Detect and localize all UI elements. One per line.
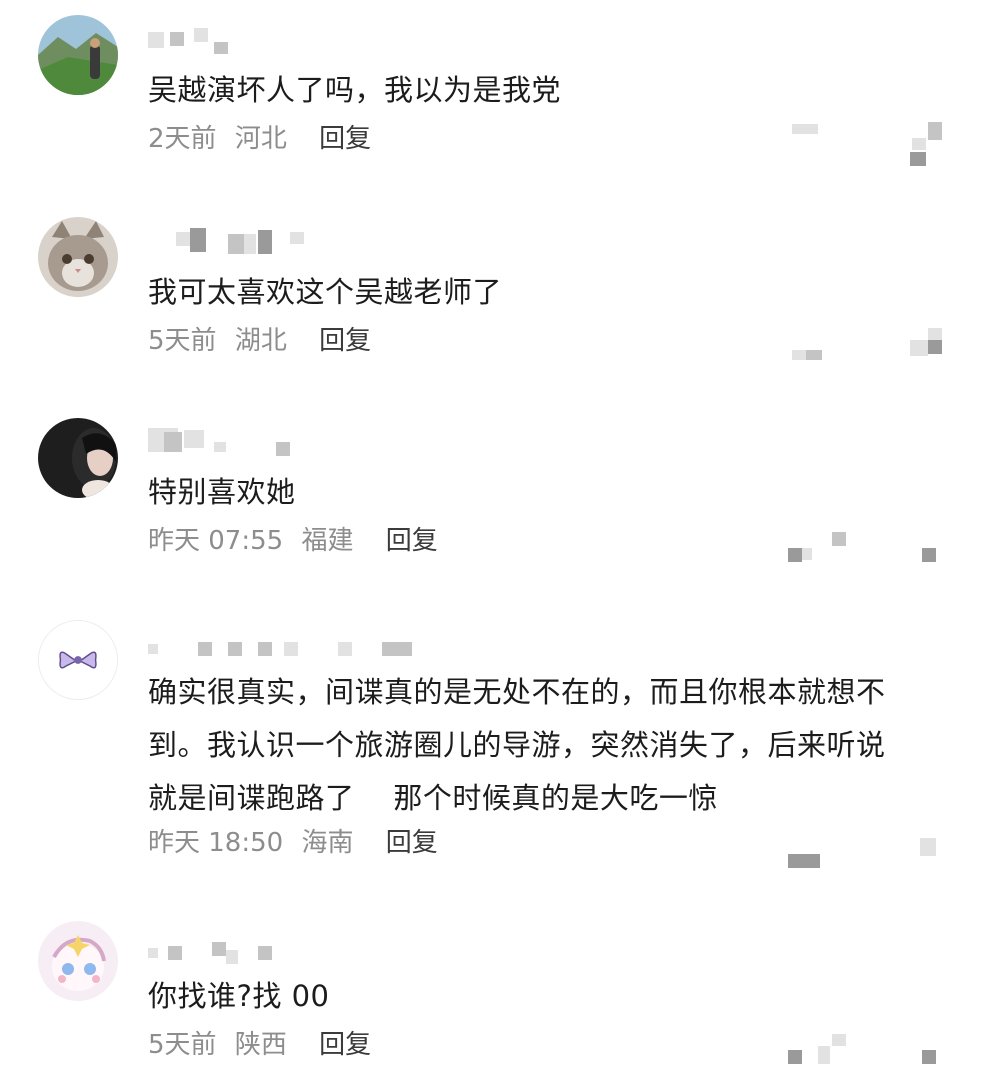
like-button[interactable]	[788, 118, 948, 168]
comment-meta: 昨天 18:50 海南 回复	[148, 826, 448, 860]
comment-time: 5天前	[148, 1030, 217, 1060]
comment-item: 特别喜欢她 昨天 07:55 福建 回复	[0, 400, 984, 600]
comment-text: 特别喜欢她	[148, 475, 296, 509]
like-button[interactable]	[788, 528, 948, 578]
like-button[interactable]	[788, 1034, 948, 1084]
reply-button[interactable]: 回复	[386, 828, 438, 858]
reply-button[interactable]: 回复	[386, 526, 438, 556]
comment-text: 你找谁?找 00	[148, 979, 330, 1013]
avatar[interactable]	[38, 921, 118, 1001]
reply-button[interactable]: 回复	[319, 124, 371, 154]
comment-time: 昨天 18:50	[148, 828, 284, 858]
reply-button[interactable]: 回复	[319, 326, 371, 356]
comment-meta: 5天前 湖北 回复	[148, 324, 381, 358]
username-masked	[148, 28, 238, 54]
comment-item: 我可太喜欢这个吴越老师了 5天前 湖北 回复	[0, 200, 984, 400]
comment-text: 吴越演坏人了吗，我以为是我党	[148, 73, 562, 107]
avatar[interactable]	[38, 217, 118, 297]
comment-meta: 2天前 河北 回复	[148, 122, 381, 156]
comment-text-line: 到。我认识一个旅游圈儿的导游，突然消失了，后来听说	[148, 728, 886, 762]
comment-time: 5天前	[148, 326, 217, 356]
username-masked	[148, 638, 418, 664]
comment-location: 海南	[301, 828, 354, 858]
avatar[interactable]	[38, 418, 118, 498]
comment-text-line: 就是间谍跑路了 那个时候真的是大吃一惊	[148, 781, 718, 815]
like-button[interactable]	[788, 320, 948, 370]
comment-item: 你找谁?找 00 5天前 陕西 回复	[0, 900, 984, 1080]
comment-text: 我可太喜欢这个吴越老师了	[148, 275, 503, 309]
avatar[interactable]	[38, 620, 118, 700]
like-button[interactable]	[788, 834, 948, 884]
username-masked	[148, 428, 298, 456]
comment-meta: 昨天 07:55 福建 回复	[148, 524, 448, 558]
avatar[interactable]	[38, 15, 118, 95]
comment-text: 确实很真实，间谍真的是无处不在的，而且你根本就想不 到。我认识一个旅游圈儿的导游…	[148, 666, 944, 825]
comment-text-line: 确实很真实，间谍真的是无处不在的，而且你根本就想不	[148, 675, 886, 709]
comment-location: 河北	[234, 124, 287, 154]
comment-item: 确实很真实，间谍真的是无处不在的，而且你根本就想不 到。我认识一个旅游圈儿的导游…	[0, 600, 984, 900]
username-masked	[148, 942, 288, 968]
comment-location: 湖北	[234, 326, 287, 356]
comment-time: 2天前	[148, 124, 217, 154]
comment-item: 吴越演坏人了吗，我以为是我党 2天前 河北 回复	[0, 0, 984, 200]
comment-location: 陕西	[234, 1030, 287, 1060]
comment-location: 福建	[301, 526, 354, 556]
comment-meta: 5天前 陕西 回复	[148, 1028, 381, 1062]
comment-time: 昨天 07:55	[148, 526, 284, 556]
reply-button[interactable]: 回复	[319, 1030, 371, 1060]
username-masked	[148, 228, 308, 254]
